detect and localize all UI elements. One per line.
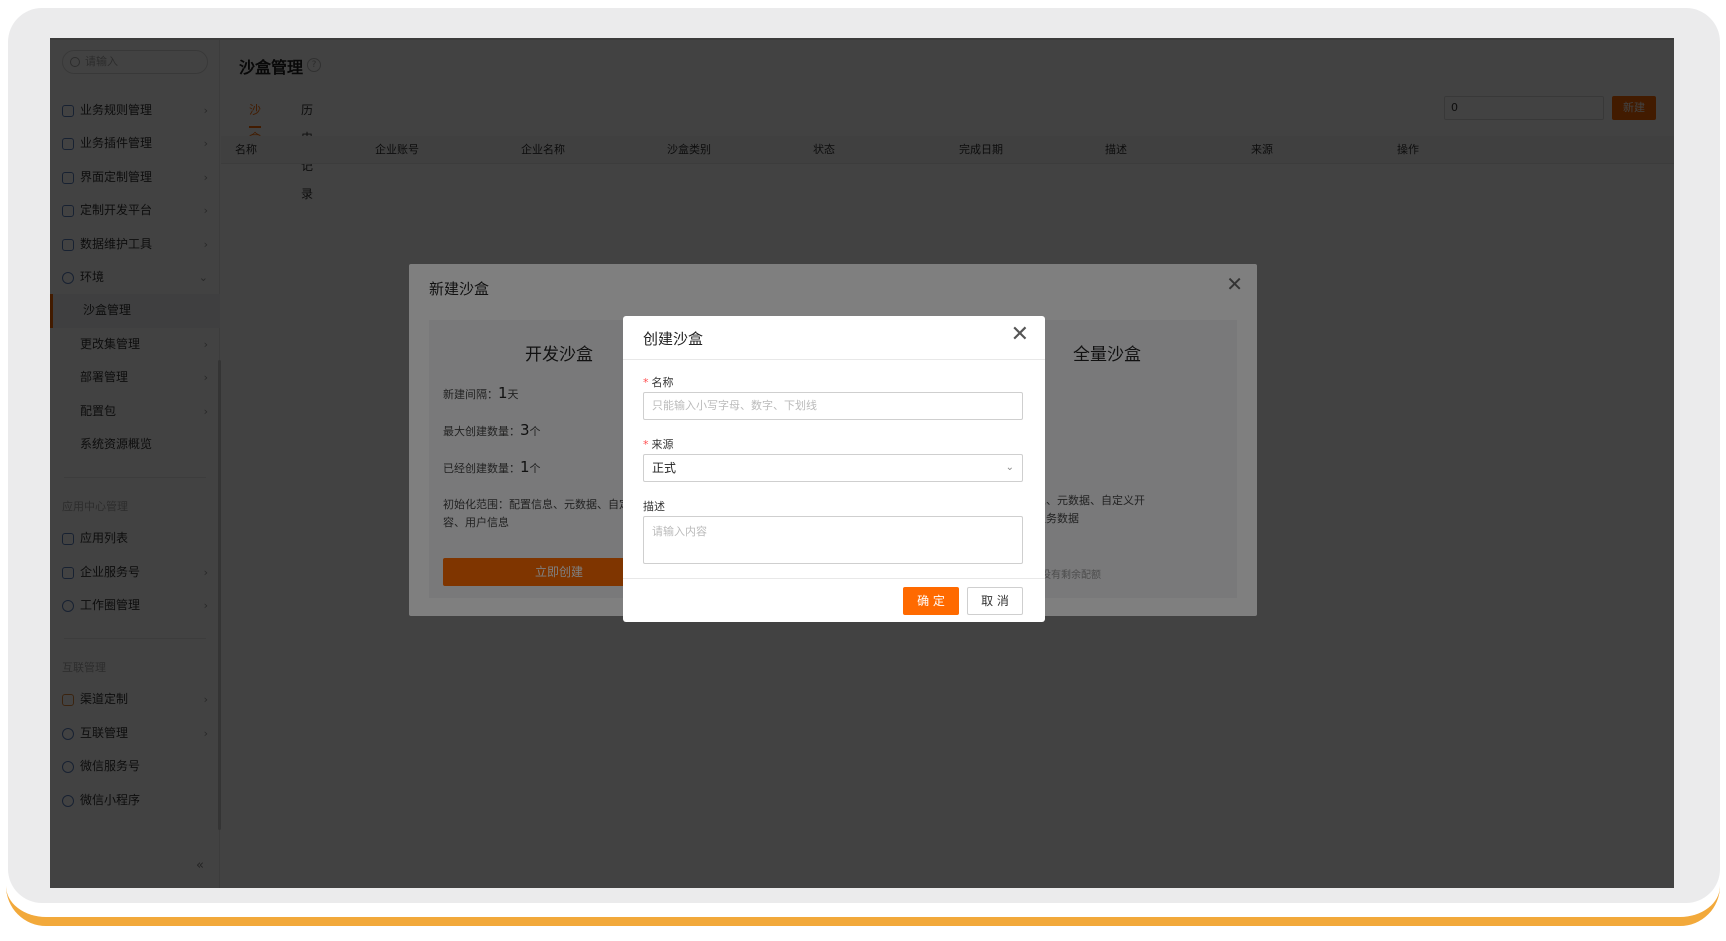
dialog-footer: 确 定 取 消 — [623, 578, 1045, 622]
required-mark: * — [643, 438, 649, 451]
name-input[interactable]: 只能输入小写字母、数字、下划线 — [643, 392, 1023, 420]
source-label: * 来源 — [643, 438, 674, 451]
name-label: * 名称 — [643, 376, 674, 389]
required-mark: * — [643, 376, 649, 389]
close-icon[interactable]: ✕ — [1011, 322, 1029, 347]
dialog-title: 创建沙盒 — [643, 330, 704, 348]
dialog-header: 创建沙盒 ✕ — [623, 316, 1045, 360]
confirm-button[interactable]: 确 定 — [903, 587, 959, 615]
description-label: 描述 — [643, 500, 665, 513]
cancel-button[interactable]: 取 消 — [967, 587, 1023, 615]
app-screen: 请输入 业务规则管理› 业务插件管理› 界面定制管理› 定制开发平台› 数据维护… — [50, 38, 1674, 888]
source-select[interactable]: 正式 ⌄ — [643, 454, 1023, 482]
create-sandbox-dialog: 创建沙盒 ✕ * 名称 只能输入小写字母、数字、下划线 * 来源 正式 ⌄ 描述 请… — [623, 316, 1045, 622]
source-select-value: 正式 — [652, 461, 677, 475]
chevron-down-icon: ⌄ — [1005, 462, 1014, 473]
description-textarea[interactable]: 请输入内容 — [643, 516, 1023, 564]
